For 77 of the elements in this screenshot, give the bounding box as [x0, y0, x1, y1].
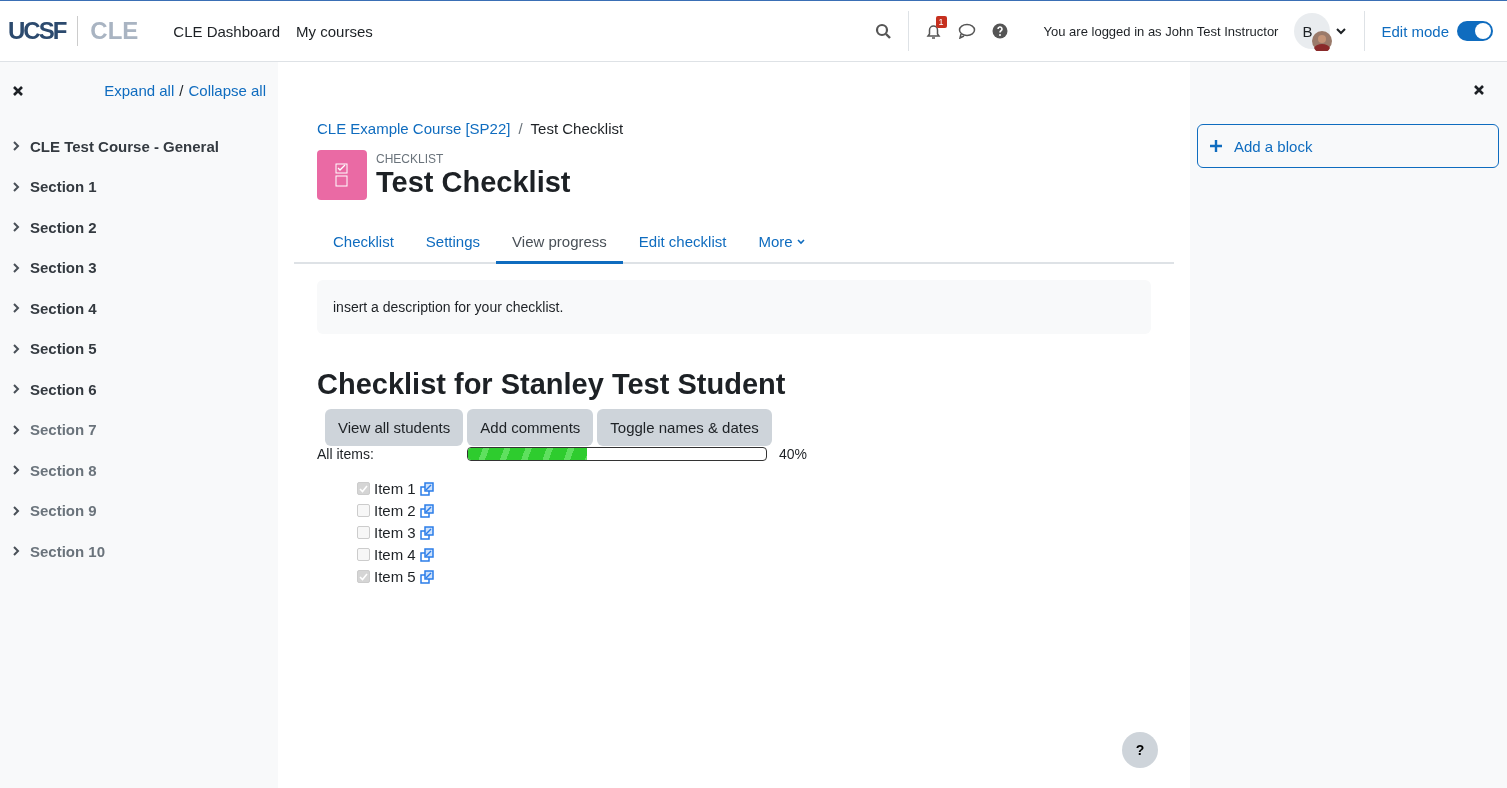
external-link-icon[interactable]: [419, 481, 434, 496]
help-icon[interactable]: [991, 23, 1008, 39]
help-button[interactable]: ?: [1122, 732, 1158, 768]
tab[interactable]: View progress: [496, 222, 623, 264]
search-icon[interactable]: [874, 22, 892, 40]
chevron-right-icon[interactable]: [12, 221, 20, 234]
breadcrumb-separator: /: [518, 120, 523, 137]
logged-in-text: You are logged in as John Test Instructor: [1043, 23, 1279, 39]
chevron-right-icon[interactable]: [12, 302, 20, 315]
tab[interactable]: Edit checklist: [622, 222, 743, 264]
add-block-button[interactable]: Add a block: [1197, 124, 1499, 168]
breadcrumb-current: Test Checklist: [530, 120, 624, 137]
checkbox[interactable]: [357, 548, 370, 561]
tab[interactable]: More: [742, 222, 821, 264]
section-link[interactable]: CLE Test Course - General: [30, 137, 219, 155]
section-link[interactable]: Section 3: [30, 259, 97, 277]
section-link[interactable]: Section 1: [30, 178, 97, 196]
edit-mode-switch[interactable]: [1457, 21, 1493, 41]
page-title: Test Checklist: [376, 166, 571, 199]
chevron-right-icon[interactable]: [12, 261, 20, 274]
action-button[interactable]: View all students: [325, 409, 464, 446]
chevron-right-icon[interactable]: [12, 464, 20, 477]
nav-link[interactable]: CLE Dashboard: [173, 22, 281, 40]
separator: /: [179, 82, 184, 99]
progress-reading: 40%: [779, 446, 808, 462]
action-button[interactable]: Toggle names & dates: [597, 409, 772, 446]
item-label: Item 1: [374, 480, 416, 497]
edit-mode-label: Edit mode: [1381, 22, 1449, 40]
checkbox[interactable]: [357, 482, 370, 495]
tab[interactable]: Settings: [409, 222, 497, 264]
section-link[interactable]: Section 2: [30, 218, 97, 236]
chevron-right-icon[interactable]: [12, 342, 20, 355]
collapse-all-link[interactable]: Collapse all: [188, 82, 266, 99]
section-link[interactable]: Section 6: [30, 380, 97, 398]
section-link[interactable]: Section 5: [30, 340, 97, 358]
external-link-icon[interactable]: [419, 569, 434, 584]
section-link[interactable]: Section 10: [30, 542, 106, 560]
chevron-right-icon[interactable]: [12, 180, 20, 193]
external-link-icon[interactable]: [419, 503, 434, 518]
logo[interactable]: UCSF: [8, 17, 66, 45]
section-link[interactable]: Section 4: [30, 299, 97, 317]
notification-badge: 1: [935, 15, 947, 28]
caret-icon: [796, 238, 805, 245]
plus-icon: [1210, 140, 1222, 152]
tab[interactable]: Checklist: [317, 222, 410, 264]
section-link[interactable]: Section 9: [30, 502, 97, 520]
external-link-icon[interactable]: [419, 525, 434, 540]
item-label: Item 3: [374, 524, 416, 541]
chevron-right-icon[interactable]: [12, 423, 20, 436]
checkbox[interactable]: [357, 570, 370, 583]
item-label: Item 4: [374, 546, 416, 563]
breadcrumb-link[interactable]: CLE Example Course [SP22]: [317, 120, 511, 137]
chevron-right-icon[interactable]: [12, 383, 20, 396]
close-icon[interactable]: [12, 85, 24, 97]
external-link-icon[interactable]: [419, 547, 434, 562]
checkbox[interactable]: [357, 526, 370, 539]
expand-all-link[interactable]: Expand all: [104, 82, 175, 99]
checklist-heading: Checklist for Stanley Test Student: [317, 368, 787, 401]
chat-icon[interactable]: [957, 23, 976, 39]
user-avatar[interactable]: B: [1294, 13, 1331, 49]
progress-label: All items:: [317, 446, 375, 462]
description: insert a description for your checklist.: [317, 280, 1151, 334]
chevron-right-icon[interactable]: [12, 545, 20, 558]
close-icon[interactable]: [1473, 84, 1485, 96]
item-label: Item 5: [374, 568, 416, 585]
action-button[interactable]: Add comments: [467, 409, 594, 446]
chevron-right-icon[interactable]: [12, 504, 20, 517]
chevron-right-icon[interactable]: [12, 140, 20, 153]
nav-link[interactable]: My courses: [296, 22, 373, 40]
logo-product: CLE: [90, 17, 139, 45]
checkbox[interactable]: [357, 504, 370, 517]
item-label: Item 2: [374, 502, 416, 519]
section-link[interactable]: Section 8: [30, 461, 97, 479]
caret-icon[interactable]: [1336, 27, 1347, 35]
activity-type: CHECKLIST: [376, 152, 445, 166]
checklist-icon: [317, 150, 367, 200]
section-link[interactable]: Section 7: [30, 421, 97, 439]
